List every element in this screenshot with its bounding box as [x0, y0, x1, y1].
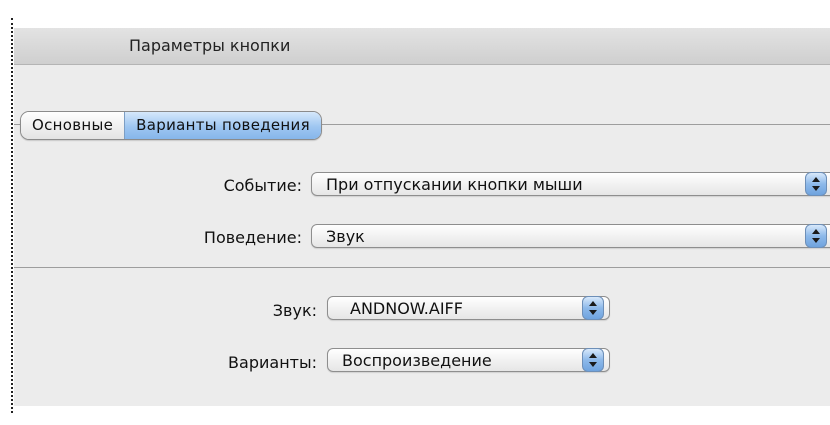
up-down-arrows-icon: [805, 224, 827, 248]
section-divider: [14, 267, 830, 268]
tab-basic[interactable]: Основные: [21, 112, 125, 139]
sound-value: ANDNOW.AIFF: [350, 299, 463, 318]
event-label: Событие:: [223, 176, 302, 195]
tab-behavior-options[interactable]: Варианты поведения: [124, 112, 321, 139]
panel-titlebar: Параметры кнопки: [14, 28, 830, 65]
behavior-popup[interactable]: Звук: [311, 224, 830, 248]
behavior-label: Поведение:: [203, 228, 302, 247]
sound-popup[interactable]: ANDNOW.AIFF: [327, 296, 610, 320]
options-label: Варианты:: [228, 353, 317, 372]
sound-label: Звук:: [272, 301, 317, 320]
dotted-guide-line: [11, 18, 13, 413]
event-value: При отпускании кнопки мыши: [326, 175, 583, 194]
up-down-arrows-icon: [805, 172, 827, 196]
up-down-arrows-icon: [582, 348, 604, 372]
behavior-value: Звук: [326, 227, 365, 246]
tab-bar: Основные Варианты поведения: [20, 111, 322, 140]
options-value: Воспроизведение: [342, 351, 492, 370]
up-down-arrows-icon: [582, 296, 604, 320]
panel-title: Параметры кнопки: [129, 36, 291, 55]
button-options-panel: Параметры кнопки Основные Варианты повед…: [14, 28, 830, 406]
event-popup[interactable]: При отпускании кнопки мыши: [311, 172, 830, 196]
options-popup[interactable]: Воспроизведение: [327, 348, 610, 372]
